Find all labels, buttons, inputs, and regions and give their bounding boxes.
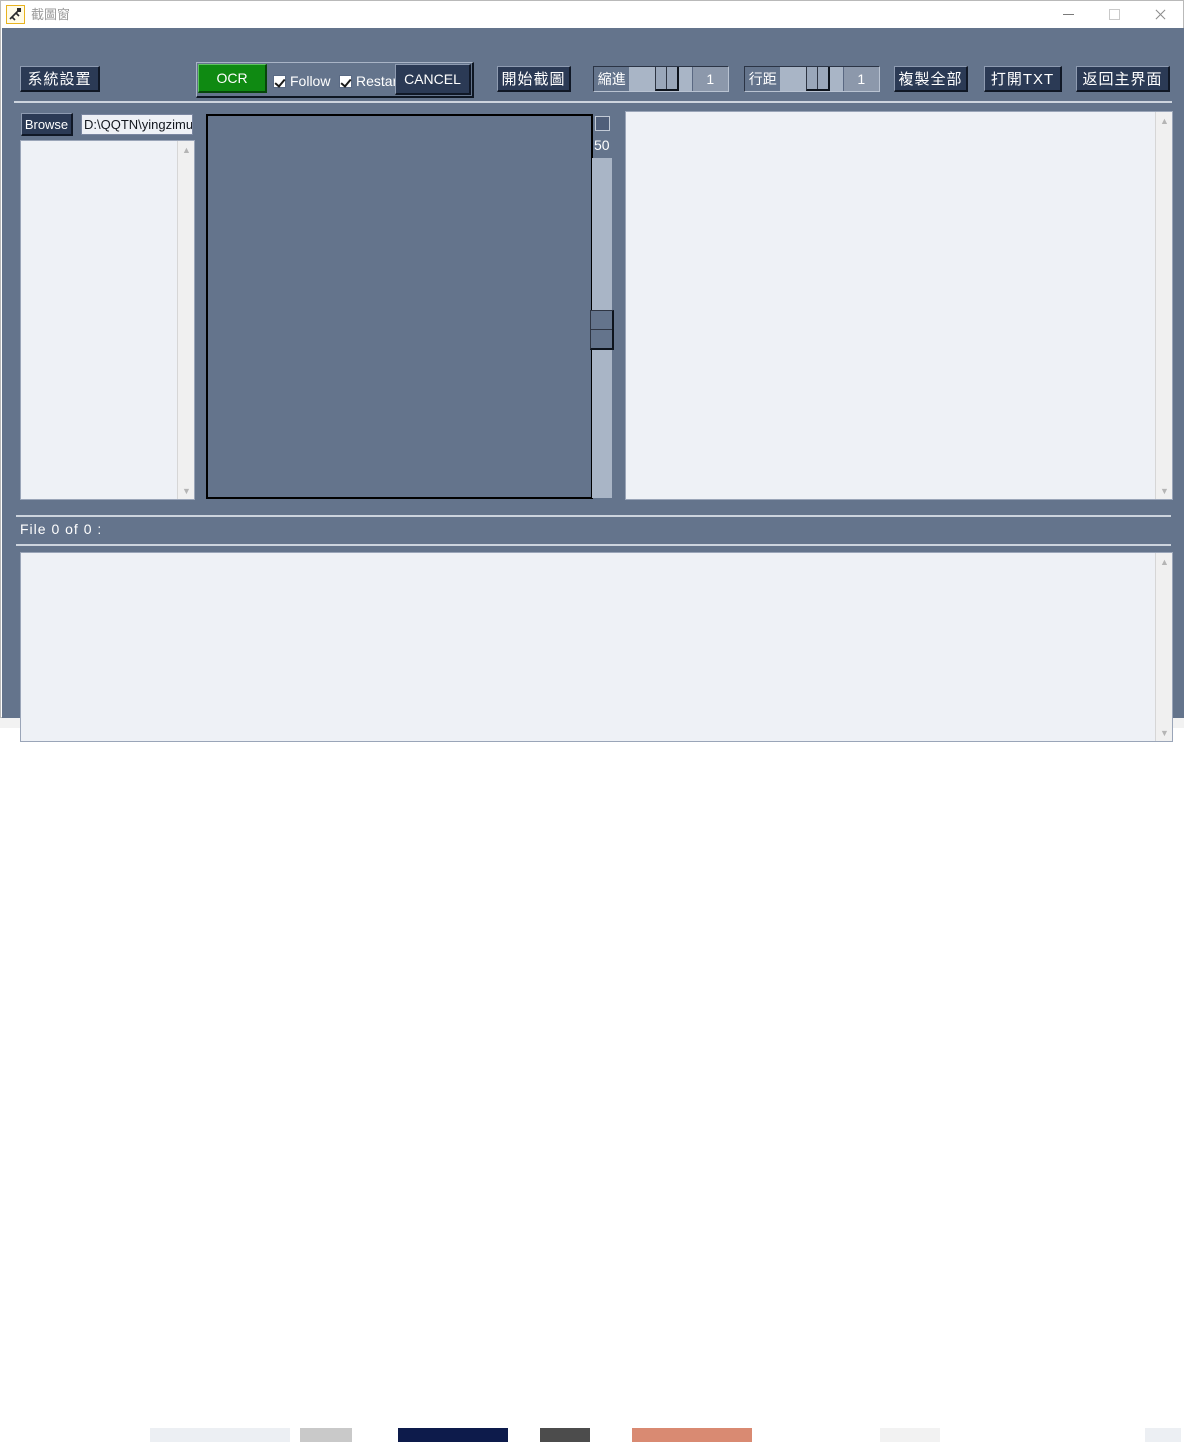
window-title: 截圖窗 [31,7,71,22]
checkbox-checked-icon [273,74,286,88]
taskbar-item[interactable] [398,1428,508,1442]
indent-slider[interactable]: 縮進 1 [593,66,729,92]
threshold-slider[interactable] [590,158,614,498]
file-list-scrollbar[interactable]: ▲ ▼ [177,141,194,499]
taskbar-item[interactable] [540,1428,590,1442]
follow-checkbox[interactable]: Follow [273,73,330,89]
status-divider-top [16,515,1171,517]
file-counter-label: File 0 of 0 : [20,521,103,537]
image-preview-area[interactable] [206,114,593,499]
minimize-icon [1062,14,1074,15]
indent-label: 縮進 [594,67,630,91]
close-icon [1154,9,1166,21]
scroll-up-icon[interactable]: ▲ [178,141,195,158]
back-to-main-button[interactable]: 返回主界面 [1076,66,1170,92]
copy-all-button[interactable]: 複製全部 [894,66,968,92]
system-settings-button[interactable]: 系統設置 [20,66,100,92]
follow-label: Follow [290,73,331,89]
title-bar[interactable]: 截圖窗 [1,1,1183,28]
minimize-button[interactable] [1045,1,1091,28]
screen: 截圖窗 系統設置 OCR Follow Restart CANCEL 開始截圖 … [0,0,1184,1442]
taskbar-item[interactable] [150,1428,290,1442]
indent-slider-track[interactable] [629,67,693,91]
threshold-value: 50 [594,137,610,153]
scroll-up-icon[interactable]: ▲ [1156,553,1173,570]
output-text-scrollbar[interactable]: ▲ ▼ [1155,553,1172,741]
restart-checkbox[interactable]: Restart [339,73,401,89]
open-txt-button[interactable]: 打開TXT [984,66,1062,92]
line-spacing-value: 1 [843,67,879,91]
taskbar-item[interactable] [300,1428,352,1442]
taskbar-clock[interactable] [1145,1428,1181,1442]
line-spacing-slider-track[interactable] [780,67,844,91]
output-text-panel[interactable]: ▲ ▼ [20,552,1173,742]
scroll-up-icon[interactable]: ▲ [1156,112,1173,129]
ocr-control-group: OCR Follow Restart CANCEL [196,62,474,98]
maximize-button[interactable] [1091,1,1137,28]
scroll-down-icon[interactable]: ▼ [178,482,195,499]
status-divider-bottom [16,544,1171,546]
scroll-down-icon[interactable]: ▼ [1156,724,1173,741]
line-spacing-label: 行距 [745,67,781,91]
scroll-down-icon[interactable]: ▼ [1156,482,1173,499]
taskbar-item[interactable] [880,1428,940,1442]
application-window: 截圖窗 系統設置 OCR Follow Restart CANCEL 開始截圖 … [0,0,1184,742]
line-spacing-slider-thumb[interactable] [806,67,831,91]
browse-button[interactable]: Browse [21,113,73,136]
ocr-result-scrollbar[interactable]: ▲ ▼ [1155,112,1172,499]
close-button[interactable] [1137,1,1183,28]
path-input[interactable]: D:\QQTN\yingzimu [81,114,193,135]
ocr-button[interactable]: OCR [198,64,267,93]
indent-value: 1 [692,67,728,91]
screenshot-tool-icon [6,5,25,24]
threshold-toggle-button[interactable] [595,116,610,131]
ocr-result-panel[interactable]: ▲ ▼ [625,111,1173,500]
start-capture-button[interactable]: 開始截圖 [497,66,571,92]
file-list-panel[interactable]: ▲ ▼ [20,140,195,500]
client-area: 系統設置 OCR Follow Restart CANCEL 開始截圖 縮進 1… [2,28,1184,742]
checkbox-checked-icon [339,74,352,88]
taskbar-item[interactable] [632,1428,752,1442]
maximize-icon [1108,9,1120,20]
line-spacing-slider[interactable]: 行距 1 [744,66,880,92]
toolbar-divider [14,101,1172,103]
indent-slider-thumb[interactable] [655,67,680,91]
threshold-slider-thumb[interactable] [590,310,614,350]
cancel-button[interactable]: CANCEL [395,64,471,95]
